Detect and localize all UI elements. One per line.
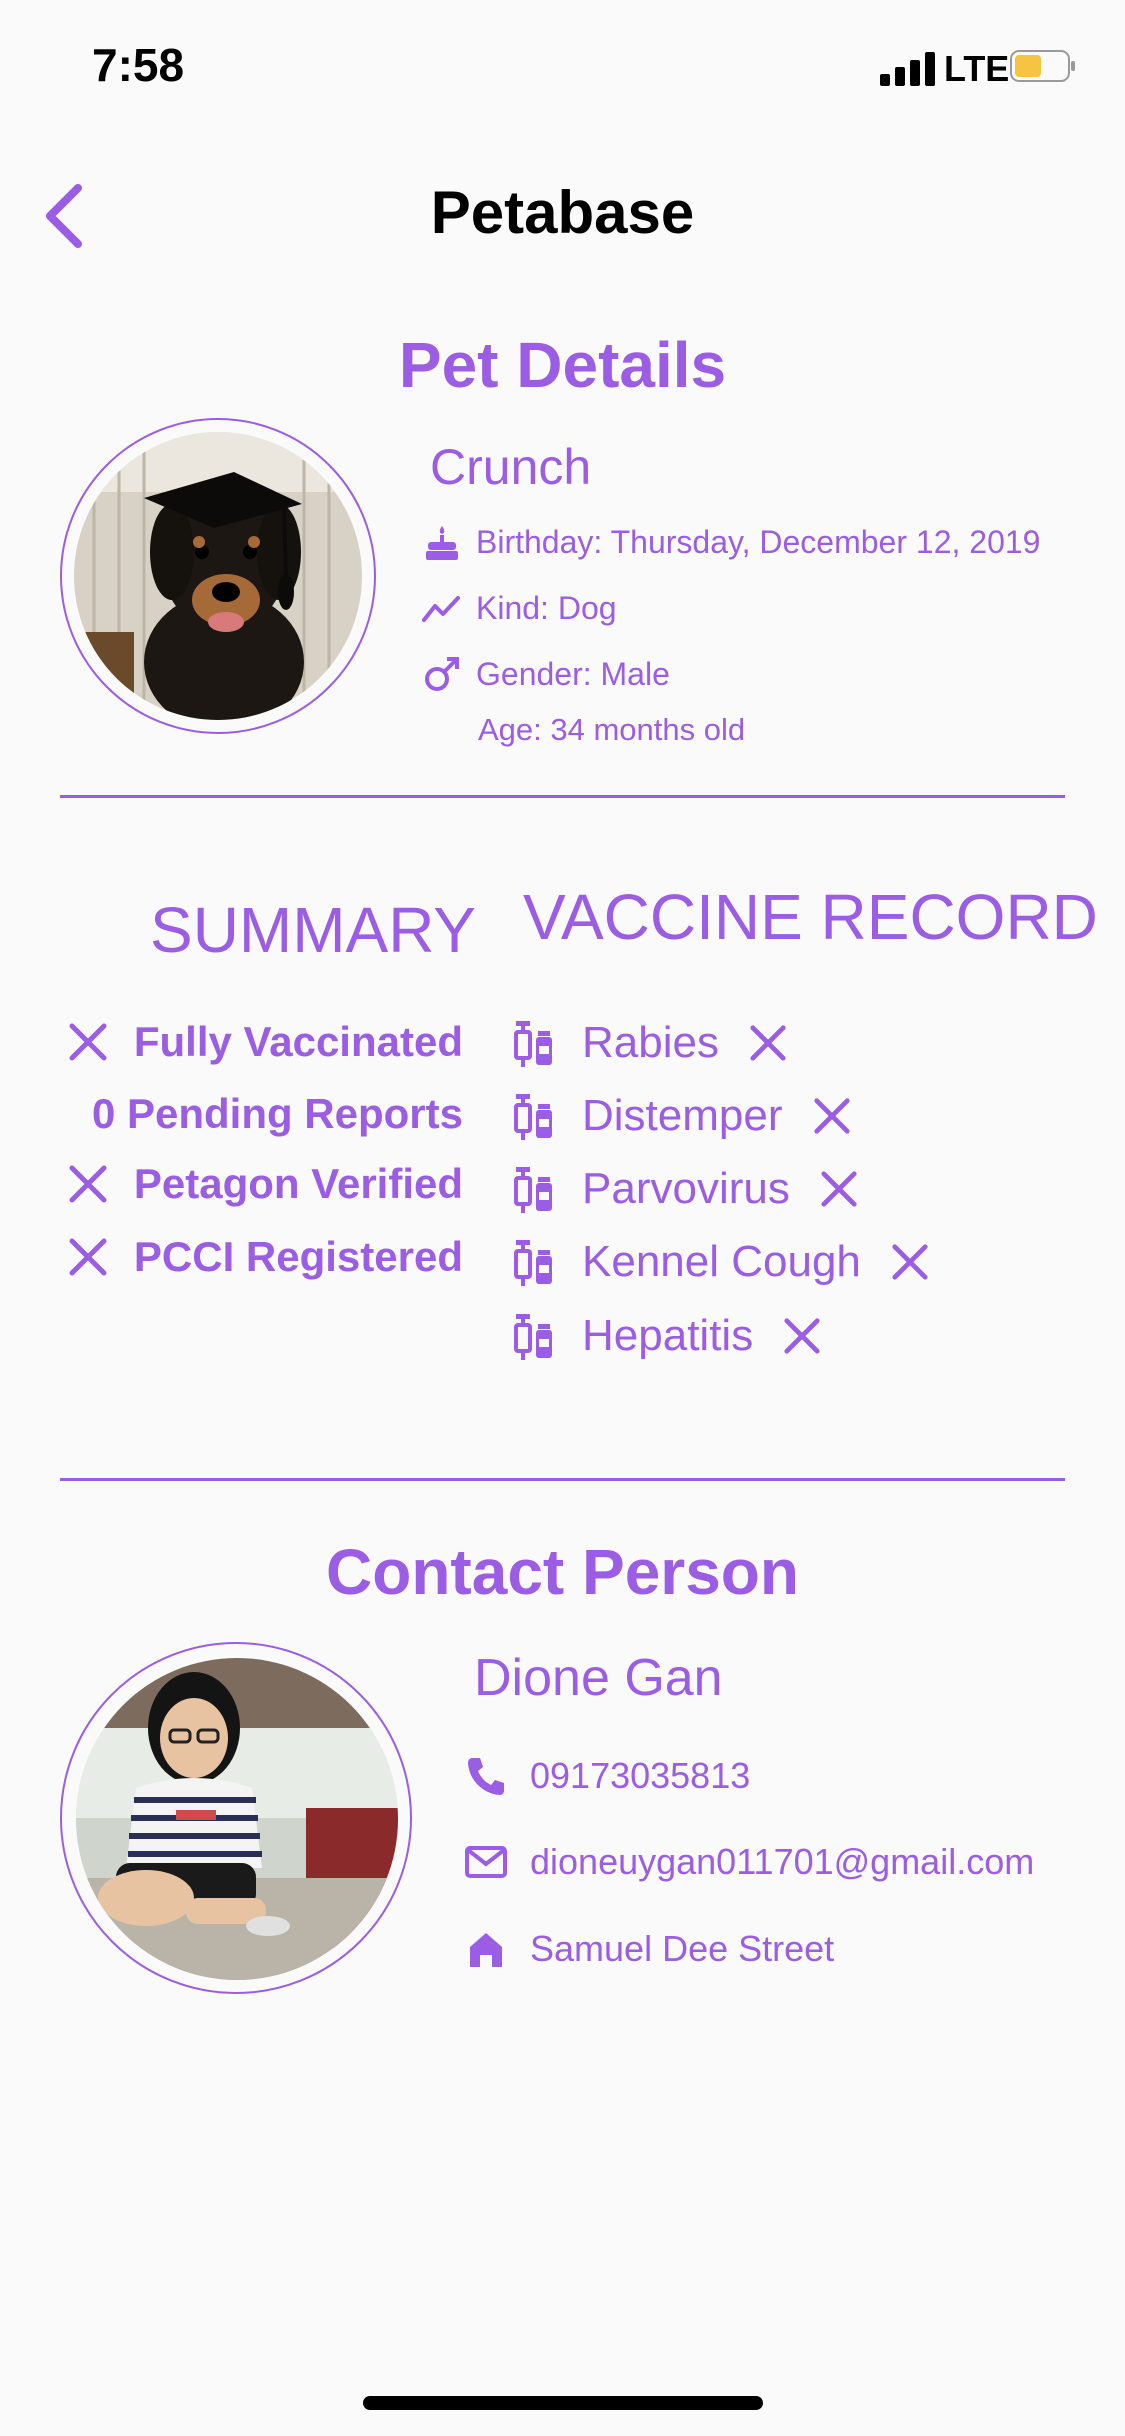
trending-icon [422,596,460,622]
contact-email[interactable]: dioneuygan011701@gmail.com [530,1841,1034,1883]
home-icon [470,1933,502,1967]
summary-item: PCCI Registered [68,1233,463,1281]
contact-person-title: Contact Person [326,1536,799,1608]
summary-item: Fully Vaccinated [68,1018,463,1066]
kind-row: Kind: Dog [422,588,617,628]
close-icon [69,1238,107,1276]
divider [60,1478,1065,1481]
close-icon [69,1165,107,1203]
battery-icon [1010,50,1075,82]
close-icon [892,1244,928,1280]
vaccine-record-title: VACCINE RECORD [523,881,1098,953]
signal-icon [880,52,935,86]
age-text: Age: 34 months old [478,712,746,747]
kind-text: Kind: Dog [476,589,617,626]
contact-address: Samuel Dee Street [530,1928,835,1969]
vaccine-item: Parvovirus [510,1163,858,1215]
male-icon [425,657,459,691]
contact-name: Dione Gan [474,1649,723,1707]
vaccine-item: Hepatitis [510,1310,821,1362]
pet-details-title: Pet Details [398,329,727,401]
mail-icon [465,1846,507,1878]
divider [60,795,1065,798]
gender-row: Gender: Male [422,654,670,694]
email-row[interactable]: dioneuygan011701@gmail.com [464,1840,1034,1884]
contact-phone[interactable]: 09173035813 [530,1755,750,1797]
vaccine-item: Kennel Cough [510,1236,929,1288]
vaccine-icon [514,1021,552,1067]
vaccine-item: Distemper [510,1090,851,1142]
vaccine-icon [514,1094,552,1140]
summary-item: Petagon Verified [68,1160,463,1208]
birthday-text: Birthday: Thursday, December 12, 2019 [476,523,1041,560]
summary-title: SUMMARY [150,894,476,966]
close-icon [750,1025,786,1061]
vaccine-icon [514,1167,552,1213]
close-icon [813,1098,850,1134]
phone-icon [468,1758,504,1795]
nav-title: Petabase [430,179,695,246]
vaccine-icon [514,1314,552,1360]
close-icon [821,1171,857,1207]
birthday-row: Birthday: Thursday, December 12, 2019 [422,522,1040,562]
vaccine-icon [514,1240,552,1286]
vaccine-item: Rabies [510,1017,787,1069]
summary-item: 0 Pending Reports [91,1090,463,1137]
contact-avatar [60,1642,412,1994]
home-indicator[interactable] [363,2396,763,2410]
cake-icon [426,526,458,560]
status-time: 7:58 [92,39,185,91]
pet-avatar [60,418,376,734]
address-row: Samuel Dee Street [464,1927,834,1971]
gender-text: Gender: Male [476,655,670,692]
close-icon [784,1318,820,1354]
dog-photo [74,432,362,720]
pet-name: Crunch [430,439,592,495]
network-label: LTE [944,48,1010,89]
close-icon [69,1023,107,1061]
person-photo [76,1658,398,1980]
phone-row[interactable]: 09173035813 [464,1754,750,1798]
